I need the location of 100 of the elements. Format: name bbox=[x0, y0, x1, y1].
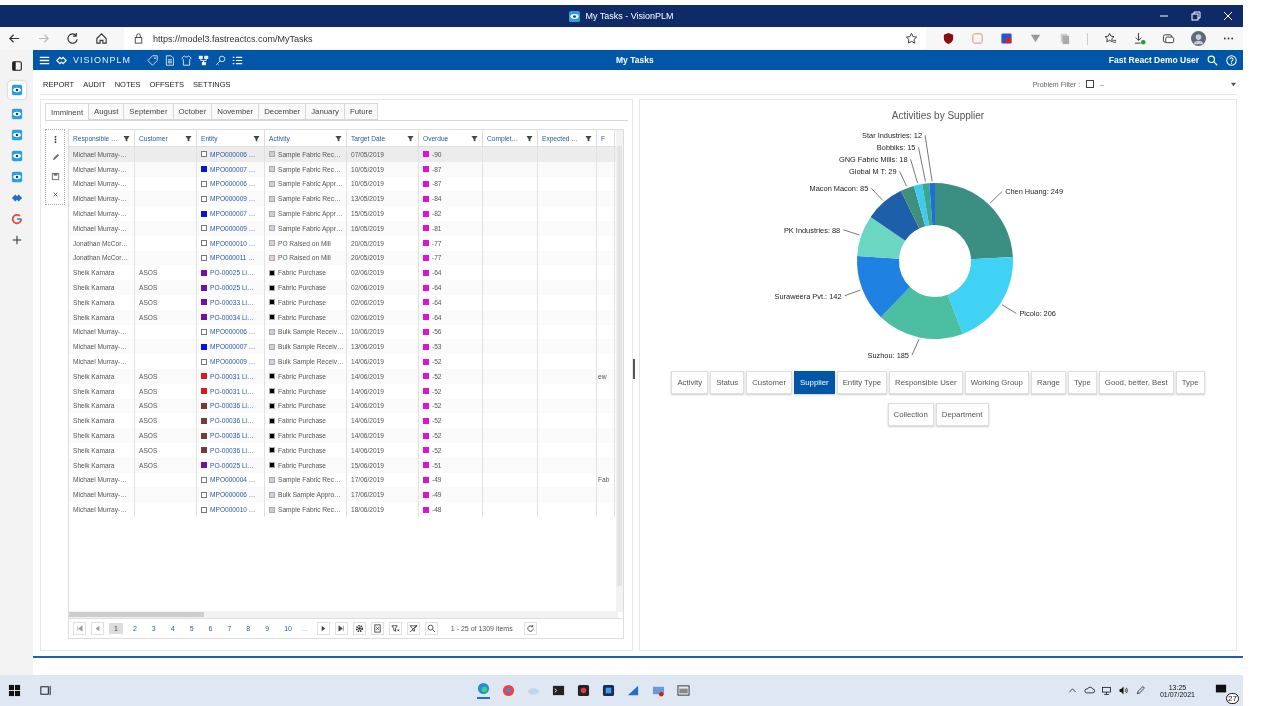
donut-slice[interactable] bbox=[857, 256, 911, 318]
filter-icon[interactable] bbox=[526, 134, 533, 142]
notification-icon[interactable] bbox=[1215, 682, 1227, 695]
mail-app-icon[interactable] bbox=[652, 684, 665, 697]
app-icon[interactable] bbox=[602, 684, 615, 697]
app-eye-icon[interactable] bbox=[10, 150, 23, 162]
extension-icon[interactable] bbox=[1000, 32, 1013, 45]
overdue-swatch bbox=[423, 417, 429, 424]
collections-icon[interactable] bbox=[1162, 32, 1175, 45]
refresh-icon[interactable] bbox=[66, 32, 79, 45]
plus-icon[interactable] bbox=[10, 234, 23, 246]
volume-icon[interactable] bbox=[1117, 685, 1129, 696]
close-icon[interactable] bbox=[1223, 11, 1233, 21]
overdue-swatch bbox=[423, 447, 429, 454]
notification-count: 27 bbox=[1226, 692, 1239, 704]
tab-actions-icon[interactable] bbox=[10, 60, 23, 72]
app-eye-icon[interactable] bbox=[10, 108, 23, 120]
donut-slice[interactable] bbox=[857, 216, 906, 259]
overdue-swatch bbox=[423, 343, 429, 350]
settings-icon[interactable] bbox=[352, 622, 366, 635]
clear-filter-icon[interactable] bbox=[406, 622, 420, 635]
filter-icon[interactable] bbox=[335, 134, 342, 142]
last-page-icon[interactable] bbox=[334, 622, 348, 635]
avatar[interactable] bbox=[1191, 31, 1206, 46]
filter-icon[interactable] bbox=[123, 134, 130, 142]
app-eye-icon bbox=[569, 10, 581, 22]
home-icon[interactable] bbox=[95, 32, 108, 45]
chart-app-icon[interactable] bbox=[627, 684, 640, 697]
checkbox[interactable] bbox=[1086, 80, 1095, 88]
save-icon[interactable] bbox=[50, 171, 60, 181]
add-favorite-icon[interactable] bbox=[905, 32, 918, 45]
colored-ring-icon[interactable] bbox=[10, 213, 23, 225]
list-icon[interactable] bbox=[232, 54, 243, 66]
back-icon[interactable] bbox=[8, 32, 21, 45]
first-page-icon[interactable] bbox=[73, 622, 86, 635]
filter-icon[interactable] bbox=[471, 134, 478, 142]
favorites-icon[interactable] bbox=[1104, 32, 1117, 45]
network-icon[interactable] bbox=[1100, 685, 1112, 696]
overdue-swatch bbox=[423, 284, 429, 291]
leader-line bbox=[911, 339, 920, 356]
overdue-swatch bbox=[423, 432, 429, 439]
donut-slice[interactable] bbox=[922, 183, 933, 226]
logo-icon bbox=[56, 54, 67, 66]
vertical-scrollbar[interactable] bbox=[616, 130, 623, 612]
logo-text: VISIONPLM bbox=[73, 55, 131, 65]
browser-icon[interactable] bbox=[502, 684, 515, 697]
download-icon[interactable] bbox=[1133, 32, 1146, 45]
leader-line bbox=[842, 229, 860, 236]
filter-icon[interactable] bbox=[585, 134, 592, 142]
leader-line bbox=[924, 134, 933, 182]
key-icon[interactable] bbox=[215, 54, 226, 66]
donut-slice[interactable] bbox=[880, 286, 963, 339]
overdue-swatch bbox=[423, 402, 429, 409]
menu-icon[interactable] bbox=[39, 54, 50, 66]
hierarchy-icon[interactable] bbox=[198, 54, 209, 66]
user-name[interactable]: Fast React Demo User bbox=[1108, 55, 1199, 65]
donut-slice[interactable] bbox=[913, 184, 930, 227]
search-icon[interactable] bbox=[1207, 54, 1218, 66]
app-eye-icon[interactable] bbox=[10, 171, 23, 183]
windows-start-icon[interactable] bbox=[8, 684, 21, 697]
donut-slice[interactable] bbox=[929, 183, 935, 226]
leader-line bbox=[870, 187, 884, 201]
excel-icon[interactable] bbox=[370, 622, 384, 635]
caret-icon[interactable] bbox=[1230, 80, 1237, 88]
help-icon[interactable] bbox=[1226, 54, 1237, 66]
app-icon[interactable] bbox=[577, 684, 590, 697]
browser-icon[interactable] bbox=[477, 682, 490, 699]
filter-icon[interactable] bbox=[388, 622, 402, 635]
donut-slice[interactable] bbox=[900, 185, 926, 229]
cloud-icon[interactable] bbox=[1083, 685, 1095, 696]
task-view-icon[interactable] bbox=[39, 684, 52, 697]
filter-icon[interactable] bbox=[407, 134, 414, 142]
overdue-swatch bbox=[423, 240, 429, 247]
diamond-eye-icon[interactable] bbox=[10, 192, 23, 204]
search-icon[interactable] bbox=[424, 622, 438, 635]
horizontal-scrollbar[interactable] bbox=[69, 611, 618, 618]
lock-icon bbox=[132, 32, 145, 45]
overdue-swatch bbox=[423, 314, 429, 321]
chart-title: Activities by Supplier bbox=[891, 110, 985, 121]
window-app-icon[interactable] bbox=[677, 684, 690, 697]
leader-line bbox=[1001, 304, 1017, 314]
document-icon[interactable] bbox=[164, 54, 175, 66]
tag-icon[interactable] bbox=[147, 54, 158, 66]
previous-page-icon[interactable] bbox=[91, 622, 104, 635]
overdue-swatch bbox=[423, 210, 429, 217]
filter-icon[interactable] bbox=[253, 134, 260, 142]
overdue-swatch bbox=[423, 373, 429, 380]
shield-icon[interactable] bbox=[942, 32, 955, 45]
pen-icon[interactable] bbox=[1134, 685, 1146, 696]
donut-slice[interactable] bbox=[870, 190, 920, 241]
overdue-swatch bbox=[423, 181, 429, 187]
restore-icon[interactable] bbox=[1191, 11, 1201, 21]
next-page-icon[interactable] bbox=[316, 622, 330, 635]
app-eye-icon[interactable] bbox=[10, 129, 23, 141]
terminal-icon[interactable] bbox=[552, 684, 565, 697]
shirt-icon[interactable] bbox=[181, 54, 192, 66]
address-bar[interactable]: https://model3.fastreactcs.com/MyTasks bbox=[124, 28, 926, 49]
filter-icon[interactable] bbox=[185, 134, 192, 142]
overdue-swatch bbox=[423, 225, 429, 232]
edit-icon[interactable] bbox=[50, 153, 60, 163]
